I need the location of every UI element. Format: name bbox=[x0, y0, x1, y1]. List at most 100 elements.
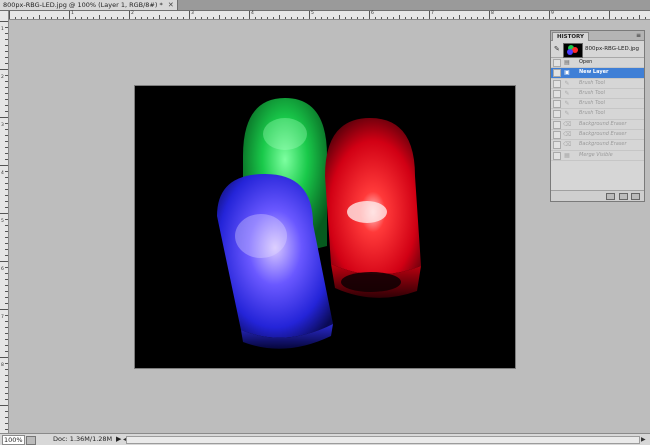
ruler-tick bbox=[261, 17, 262, 19]
ruler-tick bbox=[33, 17, 34, 19]
document-tab-title: 800px-RBG-LED.jpg @ 100% (Layer 1, RGB/8… bbox=[3, 1, 163, 9]
history-source-checkbox[interactable] bbox=[553, 100, 561, 109]
history-panel-footer bbox=[551, 190, 644, 201]
ruler-tick bbox=[5, 123, 8, 124]
ruler-tick bbox=[5, 423, 8, 424]
ruler-tick bbox=[159, 15, 160, 19]
history-state-label: Brush Tool bbox=[579, 79, 605, 86]
ruler-label: 8 bbox=[491, 11, 494, 16]
history-source-checkbox[interactable] bbox=[553, 69, 561, 78]
brush-icon: ✎ bbox=[564, 89, 570, 97]
ruler-tick bbox=[135, 17, 136, 19]
status-menu-arrow-icon[interactable]: ▶ bbox=[116, 434, 121, 444]
ruler-tick bbox=[207, 17, 208, 19]
document-tab[interactable]: 800px-RBG-LED.jpg @ 100% (Layer 1, RGB/8… bbox=[0, 0, 178, 10]
ruler-tick bbox=[369, 11, 370, 19]
ruler-tick bbox=[321, 17, 322, 19]
history-source-checkbox[interactable] bbox=[553, 59, 561, 67]
history-source-checkbox[interactable] bbox=[553, 141, 561, 150]
ruler-tick bbox=[537, 17, 538, 19]
history-state-label: Background Eraser bbox=[579, 120, 627, 127]
ruler-tick bbox=[303, 17, 304, 19]
ruler-tick bbox=[5, 27, 8, 28]
history-source-checkbox[interactable] bbox=[553, 131, 561, 140]
history-state-item[interactable]: ⌫ Background Eraser bbox=[551, 130, 644, 141]
ruler-tick bbox=[5, 243, 8, 244]
led-photo[interactable] bbox=[135, 86, 515, 368]
layer-icon: ▣ bbox=[564, 69, 570, 77]
history-state-item[interactable]: ▤ Open bbox=[551, 58, 644, 69]
trash-icon[interactable] bbox=[631, 193, 640, 200]
history-source-checkbox[interactable] bbox=[553, 151, 561, 160]
history-source-checkbox[interactable] bbox=[553, 120, 561, 129]
history-panel: HISTORY ≡ ✎ 800px-RBG-LED.jpg ▤ Open ▣ New … bbox=[550, 30, 645, 202]
history-tab[interactable]: HISTORY bbox=[552, 32, 589, 41]
ruler-tick bbox=[429, 11, 430, 19]
ruler-tick bbox=[237, 17, 238, 19]
ruler-tick bbox=[171, 17, 172, 19]
ruler-label: 4 bbox=[1, 171, 4, 176]
history-panel-header: HISTORY ≡ bbox=[551, 31, 644, 41]
ruler-tick bbox=[285, 17, 286, 19]
ruler-tick bbox=[387, 17, 388, 19]
ruler-label: 6 bbox=[371, 11, 374, 16]
ruler-tick bbox=[345, 17, 346, 19]
ruler-tick bbox=[5, 87, 8, 88]
ruler-tick bbox=[393, 17, 394, 19]
history-state-item[interactable]: ▦ Merge Visible bbox=[551, 151, 644, 161]
history-state-item[interactable]: ✎ Brush Tool bbox=[551, 79, 644, 89]
ruler-tick bbox=[5, 63, 8, 64]
ruler-tick bbox=[5, 99, 8, 100]
ruler-tick bbox=[243, 17, 244, 19]
ruler-tick bbox=[639, 15, 640, 19]
ruler-label: 8 bbox=[1, 363, 4, 368]
ruler-tick bbox=[5, 57, 8, 58]
ruler-tick bbox=[93, 17, 94, 19]
history-state-item[interactable]: ✎ Brush Tool bbox=[551, 89, 644, 100]
close-icon[interactable]: ✕ bbox=[168, 0, 174, 10]
history-source-checkbox[interactable] bbox=[553, 110, 561, 119]
ruler-tick bbox=[5, 255, 8, 256]
brush-icon: ✎ bbox=[564, 100, 570, 108]
ruler-tick bbox=[5, 369, 8, 370]
ruler-tick bbox=[5, 171, 8, 172]
vertical-ruler[interactable]: 1 2 3 4 5 6 7 8 bbox=[0, 11, 9, 433]
camera-icon[interactable] bbox=[619, 193, 628, 200]
history-brush-source-icon[interactable]: ✎ bbox=[554, 45, 560, 53]
ruler-tick bbox=[453, 17, 454, 19]
history-snapshot[interactable]: ✎ 800px-RBG-LED.jpg bbox=[551, 42, 644, 58]
ruler-tick bbox=[5, 159, 8, 160]
panel-menu-icon[interactable]: ≡ bbox=[636, 31, 641, 40]
ruler-tick bbox=[645, 17, 646, 19]
ruler-tick bbox=[129, 11, 130, 19]
ruler-tick bbox=[225, 17, 226, 19]
ruler-tick bbox=[5, 387, 8, 388]
scroll-right-icon[interactable]: ▶ bbox=[641, 435, 646, 444]
horizontal-scrollbar[interactable] bbox=[126, 436, 640, 444]
ruler-tick bbox=[5, 201, 8, 202]
ruler-tick bbox=[441, 17, 442, 19]
history-state-item[interactable]: ⌫ Background Eraser bbox=[551, 140, 644, 151]
ruler-label: 3 bbox=[1, 123, 4, 128]
ruler-tick bbox=[5, 135, 8, 136]
ruler-tick bbox=[333, 17, 334, 19]
history-source-checkbox[interactable] bbox=[553, 79, 561, 88]
history-state-item[interactable]: ✎ Brush Tool bbox=[551, 99, 644, 110]
ruler-tick bbox=[561, 17, 562, 19]
ruler-tick bbox=[411, 17, 412, 19]
history-state-item[interactable]: ✎ Brush Tool bbox=[551, 109, 644, 120]
history-source-checkbox[interactable] bbox=[553, 89, 561, 98]
history-state-item[interactable]: ⌫ Background Eraser bbox=[551, 120, 644, 131]
ruler-tick bbox=[423, 17, 424, 19]
ruler-label: 5 bbox=[311, 11, 314, 16]
ruler-tick bbox=[567, 17, 568, 19]
ruler-tick bbox=[5, 333, 8, 334]
ruler-tick bbox=[597, 17, 598, 19]
ruler-tick bbox=[5, 393, 8, 394]
ruler-tick bbox=[5, 267, 8, 268]
horizontal-ruler[interactable]: 1 2 3 4 5 6 7 8 9 bbox=[9, 11, 650, 20]
history-state-label: Merge Visible bbox=[579, 151, 613, 158]
ruler-tick bbox=[375, 17, 376, 19]
history-state-item[interactable]: ▣ New Layer bbox=[551, 68, 644, 79]
new-document-from-state-icon[interactable] bbox=[606, 193, 615, 200]
